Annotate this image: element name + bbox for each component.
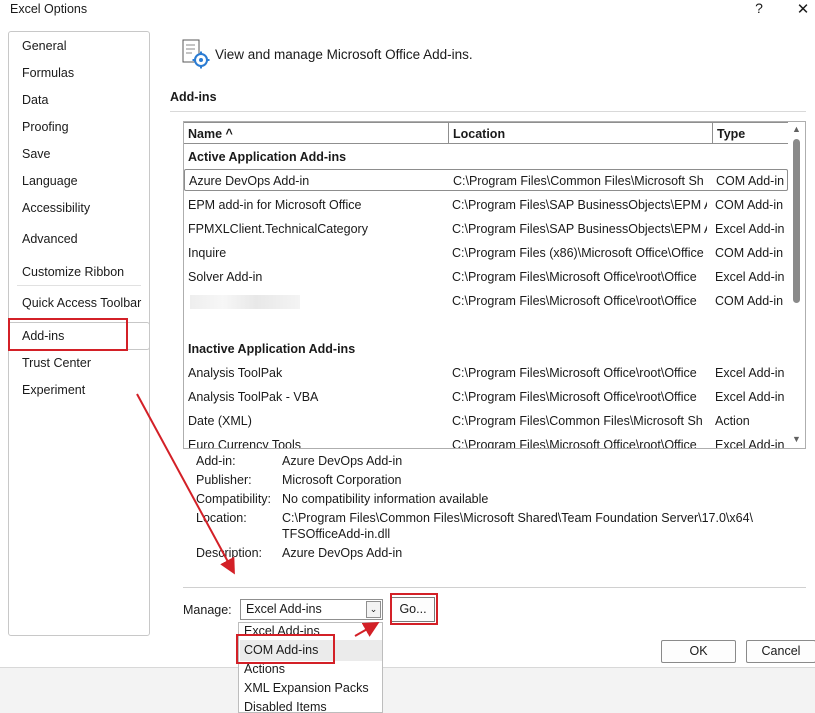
addin-type: Excel Add-in xyxy=(715,390,785,404)
addin-type: COM Add-in xyxy=(716,174,785,188)
addin-type: COM Add-in xyxy=(715,198,784,212)
section-title: Add-ins xyxy=(170,90,217,104)
scroll-thumb[interactable] xyxy=(793,139,800,303)
sidebar-item-accessibility[interactable]: Accessibility xyxy=(22,201,90,215)
sidebar-item-trust-center[interactable]: Trust Center xyxy=(22,356,91,370)
help-button[interactable]: ? xyxy=(752,0,766,18)
annotation-box-go xyxy=(390,593,438,625)
table-row[interactable]: Analysis ToolPak C:\Program Files\Micros… xyxy=(184,362,788,384)
annotation-box-add-ins xyxy=(8,318,128,351)
list-header: Name ^ Location Type xyxy=(184,122,789,146)
group-title-active: Active Application Add-ins xyxy=(188,150,347,164)
chevron-down-icon[interactable]: ⌄ xyxy=(366,601,381,618)
sidebar-item-advanced[interactable]: Advanced xyxy=(22,232,78,246)
addin-type: Excel Add-in xyxy=(715,270,785,284)
details-divider xyxy=(183,587,806,588)
ok-button[interactable]: OK xyxy=(661,640,736,663)
sidebar-item-general[interactable]: General xyxy=(22,39,66,53)
addin-name: EPM add-in for Microsoft Office xyxy=(188,198,362,212)
detail-value-location-cont: TFSOfficeAdd-in.dll xyxy=(282,527,391,541)
detail-value-addin: Azure DevOps Add-in xyxy=(282,454,403,468)
sidebar-item-customize-ribbon[interactable]: Customize Ribbon xyxy=(22,265,124,279)
sidebar-item-formulas[interactable]: Formulas xyxy=(22,66,74,80)
table-row[interactable]: C:\Program Files\Microsoft Office\root\O… xyxy=(184,290,788,312)
addin-location: C:\Program Files\Microsoft Office\root\O… xyxy=(452,366,697,380)
detail-label-compatibility: Compatibility: xyxy=(196,492,272,506)
addin-name: FPMXLClient.TechnicalCategory xyxy=(188,222,368,236)
sidebar-item-data[interactable]: Data xyxy=(22,93,48,107)
manage-select[interactable]: Excel Add-ins ⌄ xyxy=(240,599,383,620)
table-row[interactable]: Solver Add-in C:\Program Files\Microsoft… xyxy=(184,266,788,288)
addin-name: Date (XML) xyxy=(188,414,252,428)
dropdown-option-xml-expansion-packs[interactable]: XML Expansion Packs xyxy=(244,681,369,695)
addin-location: C:\Program Files\SAP BusinessObjects\EPM… xyxy=(452,198,707,212)
addin-location: C:\Program Files (x86)\Microsoft Office\… xyxy=(452,246,704,260)
table-row[interactable]: Azure DevOps Add-in C:\Program Files\Com… xyxy=(184,169,788,191)
addin-location: C:\Program Files\Microsoft Office\root\O… xyxy=(452,294,697,308)
sidebar-item-quick-access-toolbar[interactable]: Quick Access Toolbar xyxy=(22,296,141,310)
section-divider xyxy=(170,111,806,112)
window-title: Excel Options xyxy=(10,2,88,16)
dropdown-option-disabled-items[interactable]: Disabled Items xyxy=(244,700,327,713)
table-row[interactable]: FPMXLClient.TechnicalCategory C:\Program… xyxy=(184,218,788,240)
addins-list[interactable]: Name ^ Location Type Active Application … xyxy=(183,121,806,449)
detail-label-publisher: Publisher: xyxy=(196,473,252,487)
column-header-type[interactable]: Type xyxy=(713,122,789,144)
scroll-down-icon[interactable]: ▼ xyxy=(791,434,802,444)
detail-label-description: Description: xyxy=(196,546,262,560)
table-row[interactable]: Date (XML) C:\Program Files\Common Files… xyxy=(184,410,788,432)
detail-label-addin: Add-in: xyxy=(196,454,236,468)
detail-label-location: Location: xyxy=(196,511,247,525)
addin-type: Excel Add-in xyxy=(715,366,785,380)
addin-location: C:\Program Files\Common Files\Microsoft … xyxy=(452,414,703,428)
cancel-button[interactable]: Cancel xyxy=(746,640,815,663)
addin-name: Euro Currency Tools xyxy=(188,438,302,449)
column-header-location[interactable]: Location xyxy=(449,122,713,144)
manage-select-value: Excel Add-ins xyxy=(246,602,322,616)
addin-type: COM Add-in xyxy=(715,294,784,308)
scroll-up-icon[interactable]: ▲ xyxy=(791,124,802,134)
addin-type: COM Add-in xyxy=(715,246,784,260)
sidebar-item-proofing[interactable]: Proofing xyxy=(22,120,69,134)
close-icon[interactable]: ✕ xyxy=(794,0,812,18)
sidebar-item-save[interactable]: Save xyxy=(22,147,51,161)
excel-background xyxy=(0,667,815,713)
addin-name: Azure DevOps Add-in xyxy=(189,174,310,188)
addin-name: Solver Add-in xyxy=(188,270,263,284)
addin-location: C:\Program Files\Microsoft Office\root\O… xyxy=(452,390,697,404)
sidebar-divider xyxy=(17,285,141,286)
sidebar-item-experiment[interactable]: Experiment xyxy=(22,383,85,397)
addin-location: C:\Program Files\Microsoft Office\root\O… xyxy=(452,438,697,449)
annotation-box-com-addins xyxy=(236,634,335,664)
detail-value-compatibility: No compatibility information available xyxy=(282,492,489,506)
addin-type: Action xyxy=(715,414,750,428)
table-row[interactable]: Analysis ToolPak - VBA C:\Program Files\… xyxy=(184,386,788,408)
detail-value-location: C:\Program Files\Common Files\Microsoft … xyxy=(282,511,754,525)
addins-gear-icon xyxy=(180,38,212,70)
dropdown-option-actions[interactable]: Actions xyxy=(244,662,285,676)
group-title-inactive: Inactive Application Add-ins xyxy=(188,342,356,356)
manage-label: Manage: xyxy=(183,603,232,617)
addin-name: Inquire xyxy=(188,246,227,260)
table-row[interactable]: Inquire C:\Program Files (x86)\Microsoft… xyxy=(184,242,788,264)
addin-location: C:\Program Files\SAP BusinessObjects\EPM… xyxy=(452,222,707,236)
table-row[interactable]: Euro Currency Tools C:\Program Files\Mic… xyxy=(184,434,788,449)
addin-type: Excel Add-in xyxy=(715,438,785,449)
addin-location: C:\Program Files\Microsoft Office\root\O… xyxy=(452,270,697,284)
redacted-name xyxy=(190,295,300,309)
table-row[interactable]: EPM add-in for Microsoft Office C:\Progr… xyxy=(184,194,788,216)
detail-value-publisher: Microsoft Corporation xyxy=(282,473,402,487)
list-scrollbar[interactable]: ▲ ▼ xyxy=(788,122,805,448)
sidebar-item-language[interactable]: Language xyxy=(22,174,78,188)
addin-location: C:\Program Files\Common Files\Microsoft … xyxy=(453,174,704,188)
page-heading: View and manage Microsoft Office Add-ins… xyxy=(215,47,473,62)
addin-type: Excel Add-in xyxy=(715,222,785,236)
addin-name: Analysis ToolPak - VBA xyxy=(188,390,319,404)
detail-value-description: Azure DevOps Add-in xyxy=(282,546,403,560)
column-header-name[interactable]: Name ^ xyxy=(184,122,449,144)
addin-name: Analysis ToolPak xyxy=(188,366,283,380)
